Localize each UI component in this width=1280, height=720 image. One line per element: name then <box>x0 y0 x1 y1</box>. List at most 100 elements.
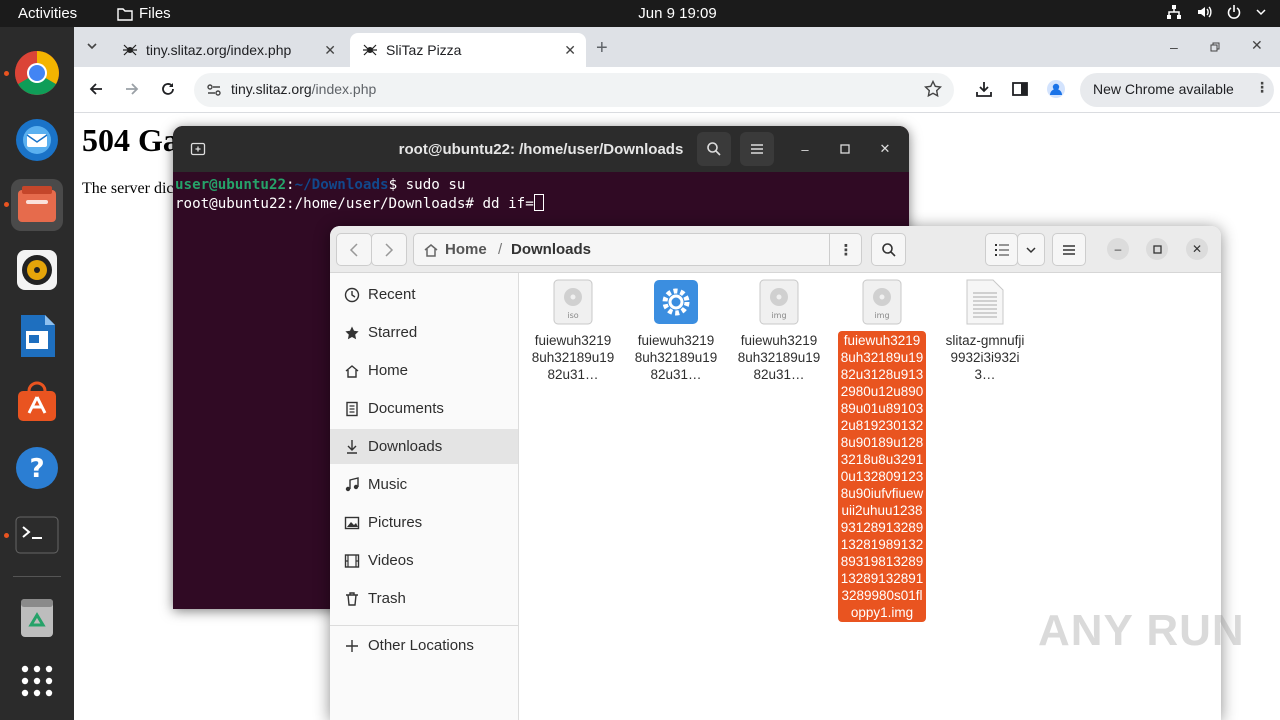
sidebar-label: Home <box>368 362 409 379</box>
sidebar-item-other-locations[interactable]: Other Locations <box>330 628 518 663</box>
thunderbird-icon <box>16 119 58 161</box>
main-menu-button[interactable] <box>1052 233 1086 266</box>
view-list-button[interactable] <box>985 233 1018 266</box>
file-item[interactable]: fuiewuh32198uh32189u1982u31… <box>632 279 720 384</box>
sidebar-item-music[interactable]: Music <box>330 467 518 502</box>
minimize-button[interactable]: – <box>793 137 817 161</box>
tab-slitaz-pizza[interactable]: SliTaz Pizza ✕ <box>350 33 586 67</box>
view-options-button[interactable] <box>1017 233 1045 266</box>
search-button[interactable] <box>697 132 731 166</box>
thunderbird-launcher[interactable] <box>11 113 63 165</box>
path-home-label: Home <box>445 241 487 258</box>
update-chrome-button[interactable]: New Chrome available ⋮ <box>1080 73 1274 107</box>
search-button[interactable] <box>871 233 906 266</box>
sidebar-item-starred[interactable]: Starred <box>330 315 518 350</box>
path-separator: / <box>498 241 503 258</box>
ubuntu-software-launcher[interactable] <box>11 376 63 428</box>
tab-slitaz-index[interactable]: tiny.slitaz.org/index.php ✕ <box>110 33 346 67</box>
hamburger-icon <box>1063 244 1075 255</box>
back-button[interactable] <box>88 81 104 102</box>
file-item-selected[interactable]: img fuiewuh32198uh32189u1982u3128u913298… <box>838 279 926 622</box>
home-icon <box>344 363 360 379</box>
writer-launcher[interactable] <box>11 310 63 362</box>
arrow-left-icon <box>89 83 102 95</box>
sidebar-item-recent[interactable]: Recent <box>330 277 518 312</box>
menu-button[interactable] <box>740 132 774 166</box>
sidebar-item-trash[interactable]: Trash <box>330 581 518 616</box>
forward-button[interactable] <box>124 81 140 102</box>
sidebar-label: Trash <box>368 590 406 607</box>
dock: ? <box>0 27 74 720</box>
chevron-down-icon <box>1256 8 1266 16</box>
minimize-button[interactable]: – <box>1170 39 1178 55</box>
bookmark-star-icon[interactable] <box>923 79 943 103</box>
chrome-launcher[interactable] <box>11 47 63 99</box>
chevron-down-icon <box>1026 246 1036 253</box>
url-path: /index.php <box>311 81 377 97</box>
sidebar-item-documents[interactable]: Documents <box>330 391 518 426</box>
side-panel-button[interactable] <box>1011 80 1029 103</box>
file-item[interactable]: img fuiewuh32198uh32189u1982u31… <box>735 279 823 384</box>
prompt-colon: : <box>286 177 295 193</box>
forward-button[interactable] <box>371 233 407 266</box>
tab-strip: tiny.slitaz.org/index.php ✕ SliTaz Pizza… <box>74 27 1280 67</box>
side-panel-icon <box>1012 82 1028 96</box>
file-item[interactable]: iso fuiewuh32198uh32189u1982u31… <box>529 279 617 384</box>
file-name: fuiewuh32198uh32189u1982u31… <box>737 333 821 382</box>
top-bar: Activities Files Jun 9 19:09 <box>0 0 1280 27</box>
address-bar[interactable]: tiny.slitaz.org/index.php <box>194 73 954 107</box>
new-tab-button[interactable]: + <box>596 37 608 60</box>
show-apps-button[interactable] <box>11 655 63 707</box>
trash-launcher[interactable] <box>11 592 63 644</box>
search-icon <box>881 242 896 257</box>
terminal-output[interactable]: user@ubuntu22:~/Downloads$ sudo su root@… <box>175 176 544 213</box>
disc-image-icon: img <box>862 279 902 325</box>
sidebar-label: Pictures <box>368 514 423 531</box>
tab-search-button[interactable] <box>86 39 98 57</box>
disc-image-icon: iso <box>553 279 593 325</box>
rhythmbox-launcher[interactable] <box>11 244 63 296</box>
minimize-button[interactable]: – <box>1107 238 1129 260</box>
clock[interactable]: Jun 9 19:09 <box>0 5 1280 22</box>
sidebar-item-home[interactable]: Home <box>330 353 518 388</box>
path-current[interactable]: Downloads <box>511 241 591 258</box>
terminal-launcher[interactable] <box>11 509 63 561</box>
sidebar-item-pictures[interactable]: Pictures <box>330 505 518 540</box>
sidebar-item-videos[interactable]: Videos <box>330 543 518 578</box>
maximize-icon <box>840 144 850 154</box>
sidebar-item-downloads[interactable]: Downloads <box>330 429 518 464</box>
file-item[interactable]: slitaz-gmnufji9932i3i932i3… <box>941 279 1029 384</box>
file-name: fuiewuh32198uh32189u1982u3128u9132980u12… <box>838 331 926 622</box>
path-bar[interactable]: Home / Downloads ⋮ <box>413 233 862 266</box>
spider-favicon-icon <box>123 44 137 56</box>
list-view-icon <box>994 243 1009 256</box>
maximize-button[interactable] <box>833 137 857 161</box>
downloads-button[interactable] <box>975 80 993 103</box>
profile-button[interactable] <box>1046 79 1066 104</box>
more-vert-icon: ⋮ <box>1255 79 1269 95</box>
file-type-badge: img <box>771 311 786 320</box>
maximize-button[interactable] <box>1146 238 1168 260</box>
back-button[interactable] <box>336 233 372 266</box>
reload-icon <box>162 83 174 95</box>
close-icon[interactable]: ✕ <box>564 42 576 59</box>
terminal-headerbar: root@ubuntu22: /home/user/Downloads – ✕ <box>173 126 909 172</box>
help-launcher[interactable]: ? <box>11 442 63 494</box>
close-window-button[interactable]: ✕ <box>1251 37 1263 54</box>
picture-icon <box>344 515 360 531</box>
reload-button[interactable] <box>160 81 176 102</box>
restore-icon <box>1210 42 1220 52</box>
site-settings-icon[interactable] <box>206 82 222 103</box>
system-tray[interactable] <box>1166 4 1266 20</box>
close-button[interactable]: ✕ <box>873 137 897 161</box>
path-home-button[interactable]: Home <box>423 241 487 258</box>
close-icon[interactable]: ✕ <box>324 42 336 59</box>
close-button[interactable]: ✕ <box>1186 238 1208 260</box>
path-menu-button[interactable]: ⋮ <box>829 234 862 265</box>
chevron-right-icon <box>385 242 394 257</box>
files-launcher[interactable] <box>11 179 63 231</box>
page-heading: 504 Ga <box>82 122 179 158</box>
maximize-icon <box>1152 244 1162 254</box>
restore-button[interactable] <box>1210 39 1220 57</box>
running-indicator <box>4 71 9 76</box>
